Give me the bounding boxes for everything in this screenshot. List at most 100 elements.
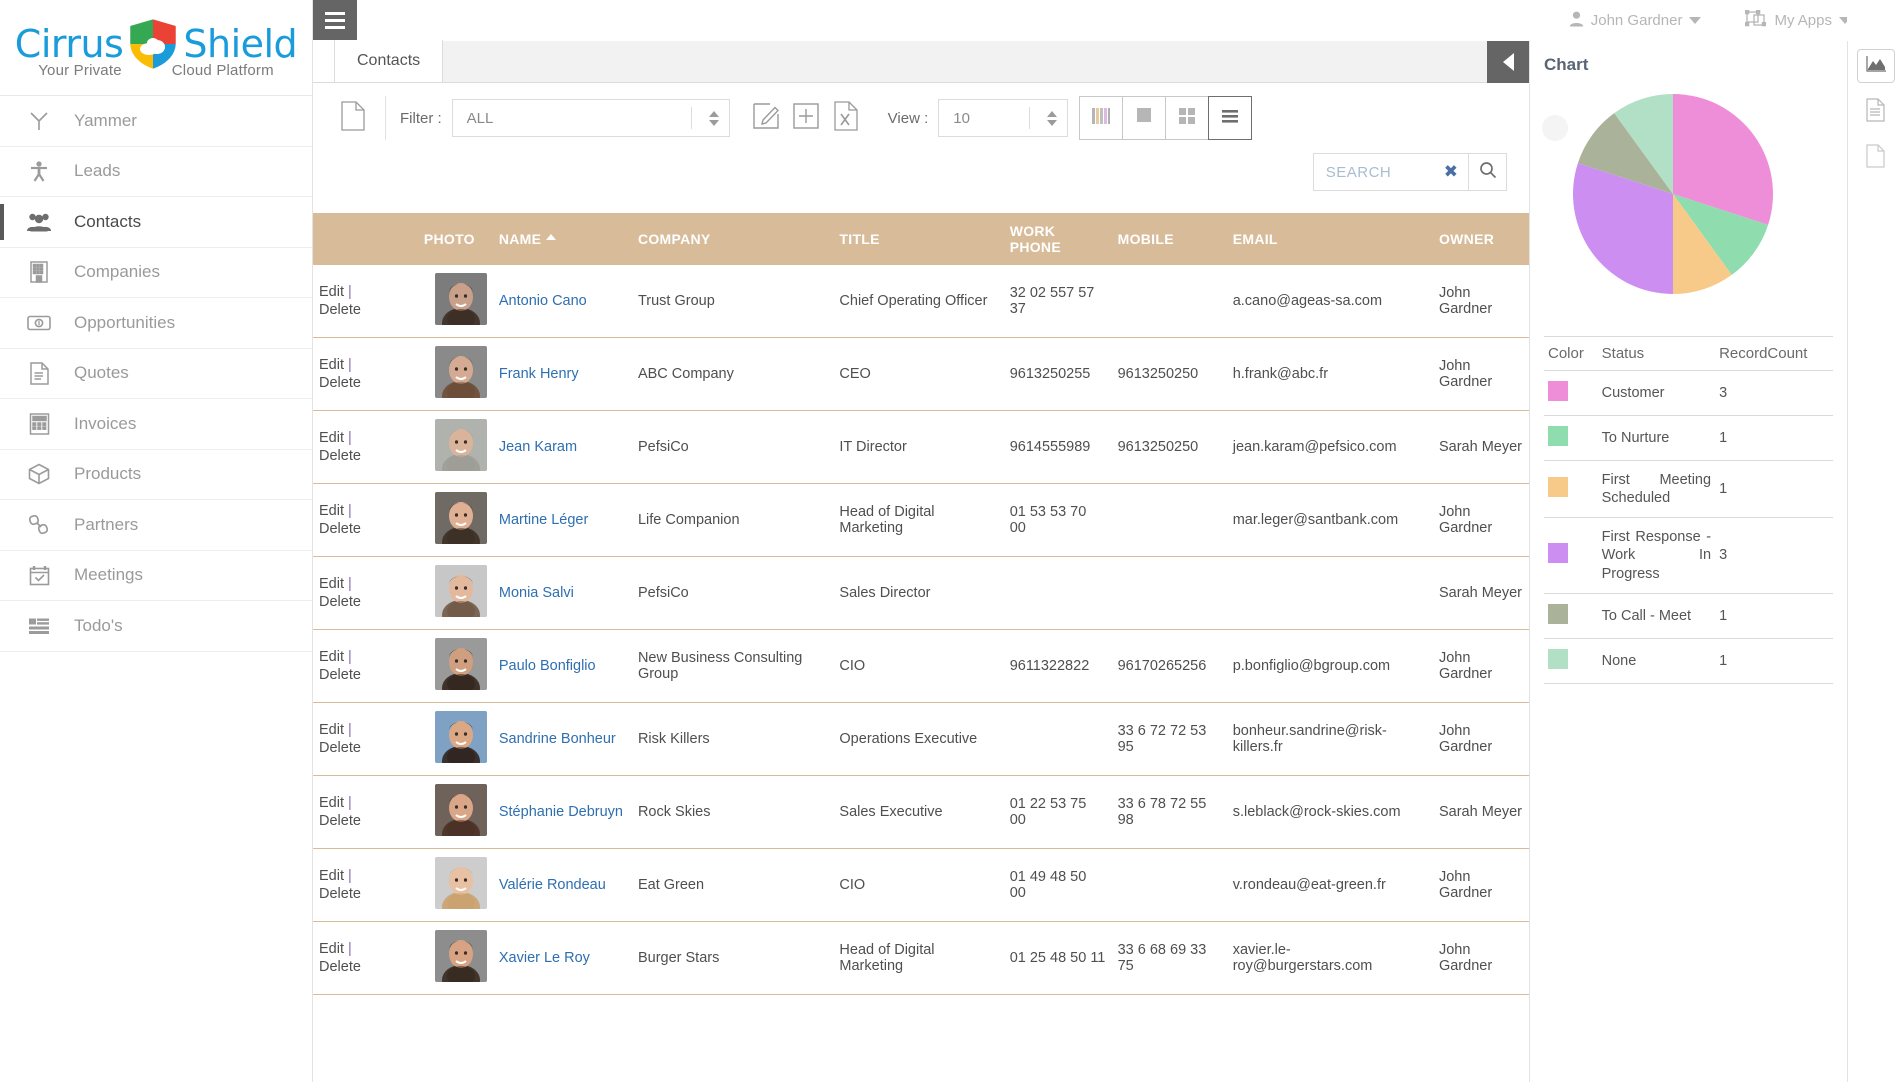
contact-name-link[interactable]: Paulo Bonfiglio (499, 658, 596, 674)
delete-link[interactable]: Delete (319, 448, 361, 464)
edit-link[interactable]: Edit (319, 795, 344, 811)
edit-link[interactable]: Edit (319, 284, 344, 300)
row-company: Trust Group (631, 265, 834, 338)
row-mobile (1111, 265, 1227, 338)
contact-name-link[interactable]: Xavier Le Roy (499, 950, 590, 966)
notes-panel-button[interactable] (1857, 141, 1895, 175)
kanban-view-button[interactable] (1079, 96, 1124, 140)
contact-name-link[interactable]: Martine Léger (499, 512, 588, 528)
contact-name-link[interactable]: Monia Salvi (499, 585, 574, 601)
edit-link[interactable]: Edit (319, 357, 344, 373)
column-header-title[interactable]: TITLE (833, 213, 1004, 265)
table-row[interactable]: Edit | Delete Xavier Le Roy Burger Stars Hea… (313, 921, 1529, 995)
search-input[interactable] (1313, 154, 1434, 190)
delete-link[interactable]: Delete (319, 959, 361, 975)
single-card-view-button[interactable] (1122, 96, 1167, 140)
chart-panel-button[interactable] (1856, 49, 1895, 83)
table-row[interactable]: Edit | Delete Monia Salvi PefsiCo Sales Dire… (313, 556, 1529, 630)
list-view-button[interactable] (1208, 96, 1253, 140)
edit-link[interactable]: Edit (319, 430, 344, 446)
sidebar-item-partners[interactable]: Partners (0, 500, 312, 551)
tile-view-button[interactable] (1165, 96, 1210, 140)
filter-select[interactable]: ALL (451, 99, 730, 137)
add-button[interactable] (786, 96, 826, 140)
table-row[interactable]: Edit | Delete Valérie Rondeau Eat Green CIO 0… (313, 848, 1529, 922)
delete-link[interactable]: Delete (319, 375, 361, 391)
new-record-button[interactable] (331, 100, 375, 136)
table-row[interactable]: Edit | Delete Martine Léger Life Companion H… (313, 483, 1529, 557)
table-row[interactable]: Edit | Delete Frank Henry ABC Company CEO 961… (313, 337, 1529, 411)
edit-link[interactable]: Edit (319, 941, 344, 957)
filter-spinner-icon[interactable] (708, 100, 719, 136)
pie-chart-area (1530, 75, 1847, 330)
contacts-table-wrap: PHOTO NAME COMPANY TITLE WORK PHONE MOBILE EMA… (313, 213, 1529, 995)
view-count-select[interactable]: 10 (938, 99, 1069, 137)
sidebar-item-products[interactable]: Products (0, 450, 312, 500)
pie-chart[interactable] (1568, 89, 1778, 304)
export-excel-button[interactable] (826, 96, 866, 140)
my-apps-button[interactable]: My Apps (1745, 9, 1851, 32)
contact-name-link[interactable]: Frank Henry (499, 366, 579, 382)
collapse-panel-button[interactable] (1487, 41, 1529, 83)
column-header-company[interactable]: COMPANY (631, 213, 834, 265)
hamburger-menu-icon[interactable] (313, 0, 357, 41)
table-row[interactable]: Edit | Delete Sandrine Bonheur Risk Killers… (313, 702, 1529, 776)
contact-name-link[interactable]: Valérie Rondeau (499, 877, 606, 893)
contact-name-link[interactable]: Stéphanie Debruyn (499, 804, 623, 820)
contact-name-link[interactable]: Sandrine Bonheur (499, 731, 616, 747)
sidebar-item-yammer[interactable]: Yammer (0, 96, 312, 147)
row-company: Life Companion (631, 483, 834, 557)
area-chart-icon (1865, 54, 1887, 79)
edit-link[interactable]: Edit (319, 722, 344, 738)
edit-link[interactable]: Edit (319, 576, 344, 592)
details-panel-button[interactable] (1857, 95, 1895, 129)
table-row[interactable]: Edit | Delete Antonio Cano Trust Group Chief… (313, 265, 1529, 338)
edit-link[interactable]: Edit (319, 868, 344, 884)
search-box[interactable]: ✖ (1312, 153, 1507, 191)
row-title: CIO (833, 848, 1004, 922)
column-header-name[interactable]: NAME (492, 213, 632, 265)
edit-link[interactable]: Edit (319, 649, 344, 665)
delete-link[interactable]: Delete (319, 302, 361, 318)
table-row[interactable]: Edit | Delete Jean Karam PefsiCo IT Director… (313, 410, 1529, 484)
column-header-owner[interactable]: OWNER (1432, 213, 1529, 265)
edit-link[interactable]: Edit (319, 503, 344, 519)
brand-logo[interactable]: Cirrus Shield Your Private Cloud Platfor… (0, 0, 312, 96)
sidebar-item-invoices[interactable]: Invoices (0, 399, 312, 450)
column-header-work_phone[interactable]: WORK PHONE (1003, 213, 1112, 265)
delete-link[interactable]: Delete (319, 667, 361, 683)
column-header-mobile[interactable]: MOBILE (1111, 213, 1227, 265)
column-header-actions[interactable] (313, 213, 383, 265)
sidebar-item-companies[interactable]: Companies (0, 248, 312, 298)
sidebar-item-opportunities[interactable]: Opportunities (0, 298, 312, 349)
column-header-email[interactable]: EMAIL (1226, 213, 1433, 265)
row-name: Valérie Rondeau (492, 848, 632, 922)
search-submit-button[interactable] (1468, 154, 1506, 190)
delete-link[interactable]: Delete (319, 594, 361, 610)
sidebar-item-todo-s[interactable]: Todo's (0, 601, 312, 652)
table-row[interactable]: Edit | Delete Stéphanie Debruyn Rock Skies S… (313, 775, 1529, 849)
chart-handle-knob[interactable] (1542, 115, 1568, 141)
row-company: PefsiCo (631, 556, 834, 630)
delete-link[interactable]: Delete (319, 740, 361, 756)
contact-name-link[interactable]: Jean Karam (499, 439, 577, 455)
legend-color-cell (1544, 415, 1598, 461)
contact-name-link[interactable]: Antonio Cano (499, 293, 587, 309)
row-title: Head of Digital Marketing (833, 921, 1004, 995)
user-menu-button[interactable]: John Gardner (1569, 11, 1702, 31)
filled-square-icon (1134, 107, 1154, 130)
sidebar-item-meetings[interactable]: Meetings (0, 551, 312, 601)
view-spinner-icon[interactable] (1047, 100, 1058, 136)
edit-button[interactable] (746, 96, 786, 140)
sidebar-item-leads[interactable]: Leads (0, 147, 312, 197)
delete-link[interactable]: Delete (319, 886, 361, 902)
delete-link[interactable]: Delete (319, 813, 361, 829)
sidebar-item-contacts[interactable]: Contacts (0, 197, 312, 248)
clear-x-icon[interactable]: ✖ (1434, 162, 1468, 182)
legend-status-cell: None (1597, 638, 1716, 684)
table-row[interactable]: Edit | Delete Paulo Bonfiglio New Business … (313, 629, 1529, 703)
sidebar-item-quotes[interactable]: Quotes (0, 349, 312, 399)
tab-contacts[interactable]: Contacts (335, 40, 444, 82)
delete-link[interactable]: Delete (319, 521, 361, 537)
column-header-photo[interactable]: PHOTO (382, 213, 493, 265)
